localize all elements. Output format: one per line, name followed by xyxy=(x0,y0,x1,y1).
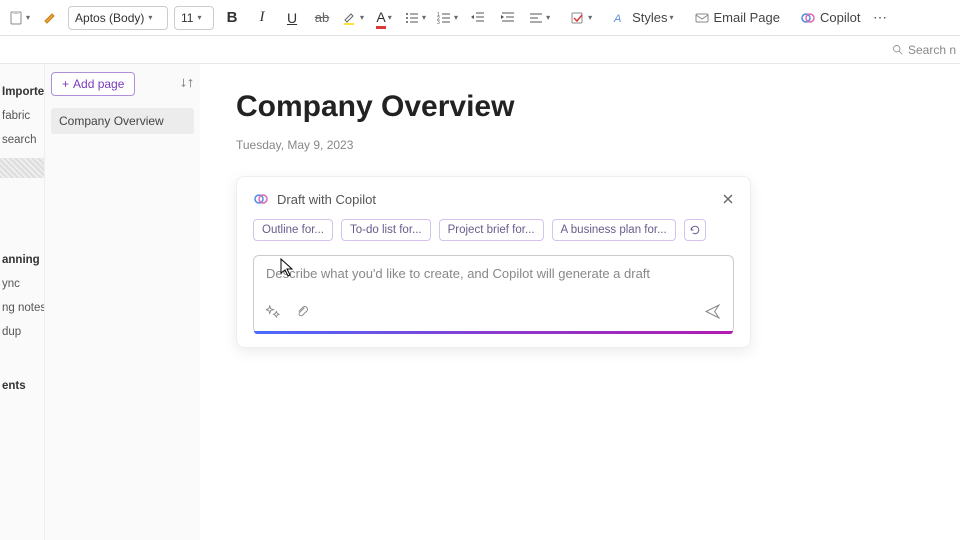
suggestion-chip[interactable]: Outline for... xyxy=(253,219,333,241)
formatting-toolbar: ▾ Aptos (Body) ▾ 11 ▾ B I U ab ▾ A ▾ ▾ 1… xyxy=(0,0,960,36)
copilot-icon xyxy=(253,191,269,207)
suggestion-chip[interactable]: To-do list for... xyxy=(341,219,431,241)
chevron-down-icon: ▾ xyxy=(588,13,592,22)
nav-item[interactable]: search xyxy=(0,128,44,152)
suggestion-chip[interactable]: Project brief for... xyxy=(439,219,544,241)
paperclip-icon xyxy=(295,304,310,319)
bullet-list-button[interactable]: ▾ xyxy=(400,4,430,32)
font-color-button[interactable]: A ▾ xyxy=(370,4,398,32)
sparkle-button[interactable] xyxy=(266,304,281,324)
page-title[interactable]: Company Overview xyxy=(236,90,924,124)
add-page-label: Add page xyxy=(73,77,124,91)
outdent-icon xyxy=(470,10,486,26)
paste-button[interactable]: ▾ xyxy=(4,4,34,32)
format-painter-button[interactable] xyxy=(36,4,64,32)
main-area: Importers fabric search anning ync ng no… xyxy=(0,64,960,540)
close-button[interactable] xyxy=(718,189,738,209)
email-page-button[interactable]: Email Page xyxy=(690,4,784,32)
nav-section-header: ents xyxy=(0,374,44,398)
nav-item[interactable]: fabric xyxy=(0,104,44,128)
chevron-down-icon: ▾ xyxy=(148,13,152,22)
send-button[interactable] xyxy=(704,303,721,325)
page-canvas[interactable]: Company Overview Tuesday, May 9, 2023 Dr… xyxy=(200,64,960,540)
bullet-list-icon xyxy=(404,10,420,26)
copilot-prompt-input[interactable]: Describe what you'd like to create, and … xyxy=(253,255,734,333)
svg-text:3: 3 xyxy=(437,20,440,26)
copilot-card-header: Draft with Copilot xyxy=(253,191,734,207)
chevron-down-icon: ▾ xyxy=(454,13,458,22)
chevron-down-icon: ▾ xyxy=(546,13,550,22)
font-family-value: Aptos (Body) xyxy=(75,11,144,25)
chevron-down-icon: ▾ xyxy=(360,13,364,22)
add-page-button[interactable]: + Add page xyxy=(51,72,135,96)
sort-icon xyxy=(180,76,194,90)
email-label: Email Page xyxy=(714,10,780,25)
page-date: Tuesday, May 9, 2023 xyxy=(236,138,924,152)
page-list-panel: + Add page Company Overview xyxy=(45,64,200,540)
tag-icon xyxy=(570,10,586,26)
search-row: Search n xyxy=(0,36,960,64)
svg-text:A: A xyxy=(613,13,621,25)
align-left-icon xyxy=(528,10,544,26)
nav-item[interactable]: dup xyxy=(0,320,44,344)
prompt-placeholder: Describe what you'd like to create, and … xyxy=(266,266,721,281)
underline-button[interactable]: U xyxy=(278,4,306,32)
more-button[interactable]: ⋯ xyxy=(866,4,894,32)
search-placeholder: Search n xyxy=(908,43,956,57)
search-icon xyxy=(891,43,904,56)
close-icon xyxy=(722,193,734,205)
styles-label: Styles xyxy=(632,10,667,25)
copilot-draft-card: Draft with Copilot Outline for... To-do … xyxy=(236,176,751,348)
notebook-nav: Importers fabric search anning ync ng no… xyxy=(0,64,45,540)
font-size-value: 11 xyxy=(181,11,193,25)
chevron-down-icon: ▾ xyxy=(422,13,426,22)
attach-button[interactable] xyxy=(295,304,310,324)
send-icon xyxy=(704,303,721,320)
bold-button[interactable]: B xyxy=(218,4,246,32)
clipboard-icon xyxy=(8,10,24,26)
page-item-label: Company Overview xyxy=(59,114,164,128)
chevron-down-icon: ▾ xyxy=(197,13,201,22)
plus-icon: + xyxy=(62,77,69,91)
font-family-select[interactable]: Aptos (Body) ▾ xyxy=(68,6,168,30)
nav-item[interactable]: ng notes xyxy=(0,296,44,320)
copilot-toolbar-button[interactable]: Copilot xyxy=(796,4,864,32)
nav-section-header: anning xyxy=(0,248,44,272)
sort-button[interactable] xyxy=(180,76,194,93)
indent-button[interactable] xyxy=(494,4,522,32)
refresh-suggestions-button[interactable] xyxy=(684,219,706,241)
highlight-button[interactable]: ▾ xyxy=(338,4,368,32)
chevron-down-icon: ▾ xyxy=(26,13,30,22)
chevron-down-icon: ▾ xyxy=(670,13,674,22)
chevron-down-icon: ▾ xyxy=(388,13,392,22)
align-button[interactable]: ▾ xyxy=(524,4,554,32)
numbered-list-icon: 123 xyxy=(436,10,452,26)
nav-section-header: Importers xyxy=(0,80,44,104)
suggestion-chip[interactable]: A business plan for... xyxy=(552,219,676,241)
search-input[interactable]: Search n xyxy=(887,43,960,57)
paintbrush-icon xyxy=(42,10,58,26)
refresh-icon xyxy=(689,224,701,236)
copilot-card-title: Draft with Copilot xyxy=(277,192,376,207)
nav-item-selected[interactable] xyxy=(0,158,44,178)
italic-button[interactable]: I xyxy=(248,4,276,32)
styles-button[interactable]: A Styles ▾ xyxy=(608,4,677,32)
numbered-list-button[interactable]: 123 ▾ xyxy=(432,4,462,32)
copilot-icon xyxy=(800,10,816,26)
sparkle-icon xyxy=(266,304,281,319)
page-list-item[interactable]: Company Overview xyxy=(51,108,194,134)
suggestion-chips: Outline for... To-do list for... Project… xyxy=(253,219,734,241)
indent-icon xyxy=(500,10,516,26)
strikethrough-button[interactable]: ab xyxy=(308,4,336,32)
tag-button[interactable]: ▾ xyxy=(566,4,596,32)
styles-icon: A xyxy=(612,10,628,26)
nav-item[interactable]: ync xyxy=(0,272,44,296)
copilot-label: Copilot xyxy=(820,10,860,25)
highlighter-icon xyxy=(342,10,358,26)
envelope-icon xyxy=(694,10,710,26)
font-size-select[interactable]: 11 ▾ xyxy=(174,6,214,30)
outdent-button[interactable] xyxy=(464,4,492,32)
